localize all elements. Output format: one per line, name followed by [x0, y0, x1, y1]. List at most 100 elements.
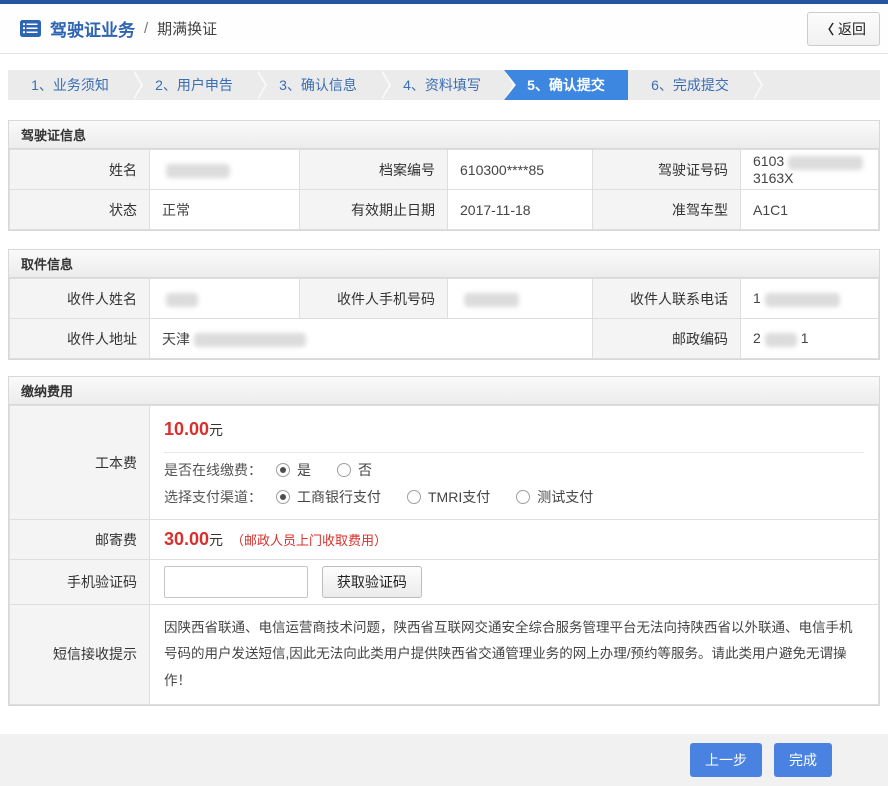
- pay-channel-test-radio[interactable]: 测试支付: [516, 487, 593, 507]
- table-row: 邮寄费 30.00元 （邮政人员上门收取费用）: [10, 520, 879, 560]
- status-label: 状态: [10, 190, 150, 230]
- production-fee-label: 工本费: [10, 406, 150, 520]
- license-number-label: 驾驶证号码: [593, 150, 741, 190]
- radio-label: 工商银行支付: [297, 487, 381, 507]
- previous-step-button[interactable]: 上一步: [690, 743, 762, 777]
- table-row: 手机验证码 获取验证码: [10, 560, 879, 605]
- radio-unchecked-icon: [516, 490, 530, 504]
- mail-fee-amount: 30.00: [164, 529, 209, 549]
- online-pay-no-radio[interactable]: 否: [337, 460, 372, 480]
- redacted-value: [765, 333, 797, 347]
- postal-code-label: 邮政编码: [593, 319, 741, 359]
- back-button-label: 返回: [838, 19, 866, 39]
- breadcrumb-separator: /: [144, 20, 148, 37]
- expiry-date-label: 有效期止日期: [300, 190, 448, 230]
- radio-unchecked-icon: [407, 490, 421, 504]
- table-row: 姓名 档案编号 610300****85 驾驶证号码 61033163X: [10, 150, 879, 190]
- radio-label: 测试支付: [537, 487, 593, 507]
- step-6-complete-submit: 6、完成提交: [628, 70, 752, 100]
- step-4-fill-data: 4、资料填写: [380, 70, 504, 100]
- production-fee-cell: 10.00元 是否在线缴费： 是 否 选择支付渠道：: [150, 406, 879, 520]
- redacted-value: [765, 293, 840, 307]
- recipient-mobile-value: [448, 279, 593, 319]
- captcha-input[interactable]: [164, 566, 308, 598]
- form-icon: [20, 20, 41, 37]
- radio-label: 否: [358, 460, 372, 480]
- table-row: 收件人地址 天津 邮政编码 21: [10, 319, 879, 359]
- status-value: 正常: [150, 190, 300, 230]
- online-pay-yes-radio[interactable]: 是: [276, 460, 311, 480]
- pickup-info-table: 收件人姓名 收件人手机号码 收件人联系电话 1 收件人地址 天津 邮政编码 21: [9, 278, 879, 359]
- radio-checked-icon: [276, 490, 290, 504]
- radio-label: 是: [297, 460, 311, 480]
- file-number-value: 610300****85: [448, 150, 593, 190]
- online-pay-row: 是否在线缴费： 是 否: [150, 453, 878, 480]
- back-button[interactable]: 〈 返回: [807, 12, 880, 46]
- table-row: 工本费 10.00元 是否在线缴费： 是 否: [10, 406, 879, 520]
- radio-label: TMRI支付: [428, 487, 490, 507]
- mail-fee-label: 邮寄费: [10, 520, 150, 560]
- radio-unchecked-icon: [337, 463, 351, 477]
- pay-channel-icbc-radio[interactable]: 工商银行支付: [276, 487, 381, 507]
- value-prefix: 1: [753, 290, 761, 306]
- radio-checked-icon: [276, 463, 290, 477]
- captcha-label: 手机验证码: [10, 560, 150, 605]
- license-info-table: 姓名 档案编号 610300****85 驾驶证号码 61033163X 状态 …: [9, 149, 879, 230]
- postal-code-value: 21: [741, 319, 879, 359]
- redacted-value: [788, 156, 863, 170]
- captcha-cell: 获取验证码: [150, 560, 879, 605]
- name-value: [150, 150, 300, 190]
- value-prefix: 6103: [753, 153, 784, 169]
- page-subtitle: 期满换证: [157, 18, 217, 39]
- footer-action-bar: 上一步 完成: [0, 734, 888, 786]
- sms-tip-text: 因陕西省联通、电信运营商技术问题，陕西省互联网交通安全综合服务管理平台无法向持陕…: [150, 605, 879, 705]
- pay-channel-row: 选择支付渠道： 工商银行支付 TMRI支付 测试支付: [150, 480, 878, 519]
- expiry-date-value: 2017-11-18: [448, 190, 593, 230]
- recipient-address-label: 收件人地址: [10, 319, 150, 359]
- fees-section: 缴纳费用 工本费 10.00元 是否在线缴费： 是 否: [8, 376, 880, 706]
- page-title: 驾驶证业务: [50, 16, 135, 41]
- production-fee-amount-line: 10.00元: [150, 406, 878, 452]
- sms-tip-label: 短信接收提示: [10, 605, 150, 705]
- file-number-label: 档案编号: [300, 150, 448, 190]
- name-label: 姓名: [10, 150, 150, 190]
- redacted-value: [166, 293, 198, 307]
- fees-table: 工本费 10.00元 是否在线缴费： 是 否: [9, 405, 879, 705]
- recipient-mobile-label: 收件人手机号码: [300, 279, 448, 319]
- pickup-info-section-title: 取件信息: [9, 250, 879, 278]
- redacted-value: [194, 333, 306, 347]
- step-2-user-declaration: 2、用户申告: [132, 70, 256, 100]
- production-fee-amount: 10.00: [164, 419, 209, 439]
- recipient-name-value: [150, 279, 300, 319]
- table-row: 短信接收提示 因陕西省联通、电信运营商技术问题，陕西省互联网交通安全综合服务管理…: [10, 605, 879, 705]
- recipient-phone-value: 1: [741, 279, 879, 319]
- page-header: 驾驶证业务 / 期满换证 〈 返回: [0, 4, 888, 54]
- mail-fee-note: （邮政人员上门收取费用）: [231, 533, 387, 548]
- table-row: 收件人姓名 收件人手机号码 收件人联系电话 1: [10, 279, 879, 319]
- step-3-confirm-info: 3、确认信息: [256, 70, 380, 100]
- redacted-value: [464, 293, 519, 307]
- get-captcha-button[interactable]: 获取验证码: [322, 566, 422, 598]
- pay-channel-tmri-radio[interactable]: TMRI支付: [407, 487, 490, 507]
- redacted-value: [166, 164, 230, 178]
- finish-button[interactable]: 完成: [774, 743, 832, 777]
- vehicle-class-value: A1C1: [741, 190, 879, 230]
- value-prefix: 天津: [162, 331, 190, 347]
- production-fee-unit: 元: [209, 422, 223, 438]
- license-number-value: 61033163X: [741, 150, 879, 190]
- value-prefix: 2: [753, 330, 761, 346]
- fees-section-title: 缴纳费用: [9, 377, 879, 405]
- recipient-phone-label: 收件人联系电话: [593, 279, 741, 319]
- recipient-name-label: 收件人姓名: [10, 279, 150, 319]
- license-info-section-title: 驾驶证信息: [9, 121, 879, 149]
- breadcrumb: 驾驶证业务 / 期满换证: [20, 16, 217, 41]
- table-row: 状态 正常 有效期止日期 2017-11-18 准驾车型 A1C1: [10, 190, 879, 230]
- pickup-info-section: 取件信息 收件人姓名 收件人手机号码 收件人联系电话 1 收件人地址 天津 邮政…: [8, 249, 880, 360]
- recipient-address-value: 天津: [150, 319, 593, 359]
- mail-fee-cell: 30.00元 （邮政人员上门收取费用）: [150, 520, 879, 560]
- chevron-left-icon: 〈: [821, 19, 834, 38]
- step-wizard: 1、业务须知 2、用户申告 3、确认信息 4、资料填写 5、确认提交 6、完成提…: [8, 70, 880, 100]
- value-suffix: 3163X: [753, 170, 793, 186]
- license-info-section: 驾驶证信息 姓名 档案编号 610300****85 驾驶证号码 6103316…: [8, 120, 880, 231]
- vehicle-class-label: 准驾车型: [593, 190, 741, 230]
